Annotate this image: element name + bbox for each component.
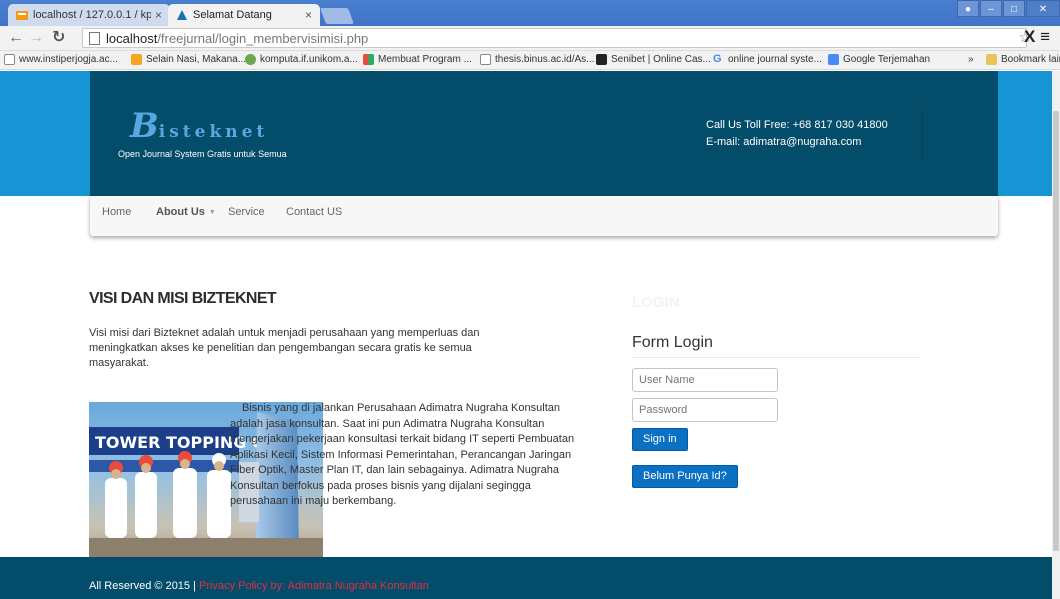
browser-toolbar: ← → ↻ localhost /freejurnal/login_member… [0, 26, 1060, 51]
back-arrow-icon[interactable]: ← [8, 29, 24, 47]
minimize-button[interactable]: – [980, 0, 1002, 17]
bookmark-item[interactable]: G online journal syste... [713, 53, 822, 66]
url-path: /freejurnal/login_membervisimisi.php [157, 30, 369, 46]
page-scrollbar[interactable] [1052, 71, 1060, 599]
contact-email: E-mail: adimatra@nugraha.com [706, 136, 862, 148]
login-ghost-heading: LOGIN [632, 294, 680, 311]
bookmark-folder[interactable]: Bookmark lain [986, 54, 1060, 65]
bookmark-item[interactable]: www.instiperjogja.ac... [4, 54, 118, 65]
privacy-policy-link[interactable]: Privacy Policy by: Adimatra Nugraha Kons… [199, 580, 429, 592]
header-banner: Bisteknet Open Journal System Gratis unt… [0, 71, 1060, 196]
nav-service[interactable]: Service [228, 206, 265, 218]
bookmark-label: komputa.if.unikom.a... [260, 54, 358, 65]
bookmarks-overflow-chevron[interactable]: » [968, 54, 974, 65]
folder-icon [986, 54, 997, 65]
bookmark-label: thesis.binus.ac.id/As... [495, 54, 595, 65]
tab-title: localhost / 127.0.0.1 / kpju [33, 9, 151, 21]
divider [922, 111, 923, 159]
site-logo[interactable]: Bisteknet [130, 106, 268, 146]
close-tab-icon[interactable]: × [305, 8, 312, 22]
contact-info: Call Us Toll Free: +68 817 030 41800 E-m… [706, 117, 888, 151]
bookmark-label: www.instiperjogja.ac... [19, 54, 118, 65]
main-nav: Home About Us ▼ Service Contact US [90, 196, 998, 236]
bookmark-label: Senibet | Online Cas... [611, 54, 711, 65]
brand-icon [245, 54, 256, 65]
bookmark-label: Bookmark lain [1001, 54, 1060, 65]
page-icon [4, 54, 15, 65]
page-viewport: Bisteknet Open Journal System Gratis unt… [0, 71, 1060, 599]
close-tab-icon[interactable]: × [155, 8, 162, 22]
bookmark-item[interactable]: Senibet | Online Cas... [596, 54, 711, 65]
bookmark-item[interactable]: komputa.if.unikom.a... [245, 54, 358, 65]
bookmark-label: Google Terjemahan [843, 54, 931, 65]
username-input[interactable] [632, 368, 778, 392]
brand-icon [131, 54, 142, 65]
user-icon[interactable]: ● [957, 0, 979, 17]
tab-selamat-datang[interactable]: Selamat Datang × [168, 4, 320, 26]
google-icon: G [713, 53, 722, 65]
site-footer: All Reserved © 2015 | Privacy Policy by:… [0, 557, 1060, 599]
nav-contact-us[interactable]: Contact US [286, 206, 342, 218]
page-icon [480, 54, 491, 65]
bookmark-item[interactable]: Google Terjemahan [828, 54, 930, 65]
nav-about-us[interactable]: About Us ▼ [156, 206, 216, 218]
translate-icon [828, 54, 839, 65]
bookmark-label: Membuat Program ... [378, 54, 472, 65]
password-input[interactable] [632, 398, 778, 422]
section-heading: VISI DAN MISI BIZTEKNET [89, 290, 277, 307]
intro-paragraph: Visi misi dari Bizteknet adalah untuk me… [89, 327, 480, 369]
url-host: localhost [106, 30, 158, 46]
bookmark-label: online journal syste... [728, 54, 822, 65]
form-login-title: Form Login [632, 334, 713, 351]
brand-icon [596, 54, 607, 65]
tab-title: Selamat Datang [193, 9, 272, 21]
register-button[interactable]: Belum Punya Id? [632, 465, 738, 488]
bookmark-item[interactable]: Selain Nasi, Makana... [131, 54, 246, 65]
browser-tab-strip: localhost / 127.0.0.1 / kpju × Selamat D… [0, 0, 1060, 26]
window-close-button[interactable]: ✕ [1026, 0, 1060, 17]
company-description: Bisnis yang di jalankan Perusahaan Adima… [230, 402, 575, 507]
bookmarks-bar: www.instiperjogja.ac... Selain Nasi, Mak… [0, 51, 1060, 70]
bookmark-label: Selain Nasi, Makana... [146, 54, 247, 65]
caret-down-icon: ▼ [208, 209, 216, 216]
maximize-button[interactable]: □ [1003, 0, 1025, 17]
bookmark-item[interactable]: thesis.binus.ac.id/As... [480, 54, 595, 65]
header-inner: Bisteknet Open Journal System Gratis unt… [90, 71, 998, 196]
nav-home[interactable]: Home [102, 206, 131, 218]
reload-icon[interactable]: ↻ [52, 29, 65, 47]
sign-in-button[interactable]: Sign in [632, 428, 688, 451]
forward-arrow-icon[interactable]: → [28, 29, 44, 47]
triangle-logo-icon [177, 10, 187, 20]
tab-phpmyadmin[interactable]: localhost / 127.0.0.1 / kpju × [8, 4, 170, 26]
windows-icon [363, 54, 374, 65]
site-tagline: Open Journal System Gratis untuk Semua [118, 149, 287, 159]
bookmark-item[interactable]: Membuat Program ... [363, 54, 472, 65]
contact-phone: Call Us Toll Free: +68 817 030 41800 [706, 119, 888, 131]
footer-text: All Reserved © 2015 | Privacy Policy by:… [89, 580, 429, 592]
phpmyadmin-icon [16, 11, 28, 20]
address-bar[interactable]: localhost /freejurnal/login_membervisimi… [82, 28, 1027, 48]
new-tab-button[interactable] [320, 8, 354, 24]
window-controls: ● – □ ✕ [956, 0, 1060, 17]
page-icon [89, 31, 100, 45]
scroll-thumb[interactable] [1053, 111, 1059, 551]
extension-x-icon[interactable]: X ≡ [1024, 27, 1050, 47]
divider [632, 357, 920, 358]
